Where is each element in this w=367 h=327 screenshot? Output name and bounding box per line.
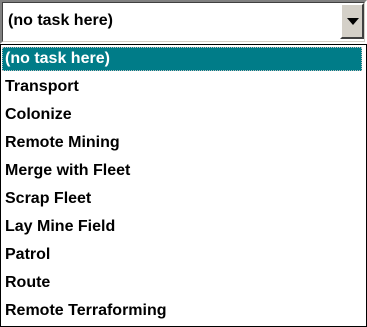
list-item-route[interactable]: Route — [2, 271, 362, 295]
list-item-remote-terraforming[interactable]: Remote Terraforming — [2, 299, 362, 323]
list-item-scrap-fleet[interactable]: Scrap Fleet — [2, 187, 362, 211]
dropdown-button[interactable] — [340, 3, 364, 39]
list-item-merge-with-fleet[interactable]: Merge with Fleet — [2, 159, 362, 183]
task-combo-box[interactable]: (no task here) — [0, 0, 367, 44]
chevron-down-icon — [347, 18, 359, 25]
list-item-no-task[interactable]: (no task here) — [2, 47, 362, 71]
list-item-lay-mine-field[interactable]: Lay Mine Field — [2, 215, 362, 239]
combo-selected-value: (no task here) — [8, 12, 113, 29]
task-dropdown: (no task here) (no task here) Transport … — [0, 0, 367, 327]
list-item-transport[interactable]: Transport — [2, 75, 362, 99]
list-item-colonize[interactable]: Colonize — [2, 103, 362, 127]
task-options-list[interactable]: (no task here) Transport Colonize Remote… — [0, 44, 367, 327]
list-item-patrol[interactable]: Patrol — [2, 243, 362, 267]
list-item-remote-mining[interactable]: Remote Mining — [2, 131, 362, 155]
